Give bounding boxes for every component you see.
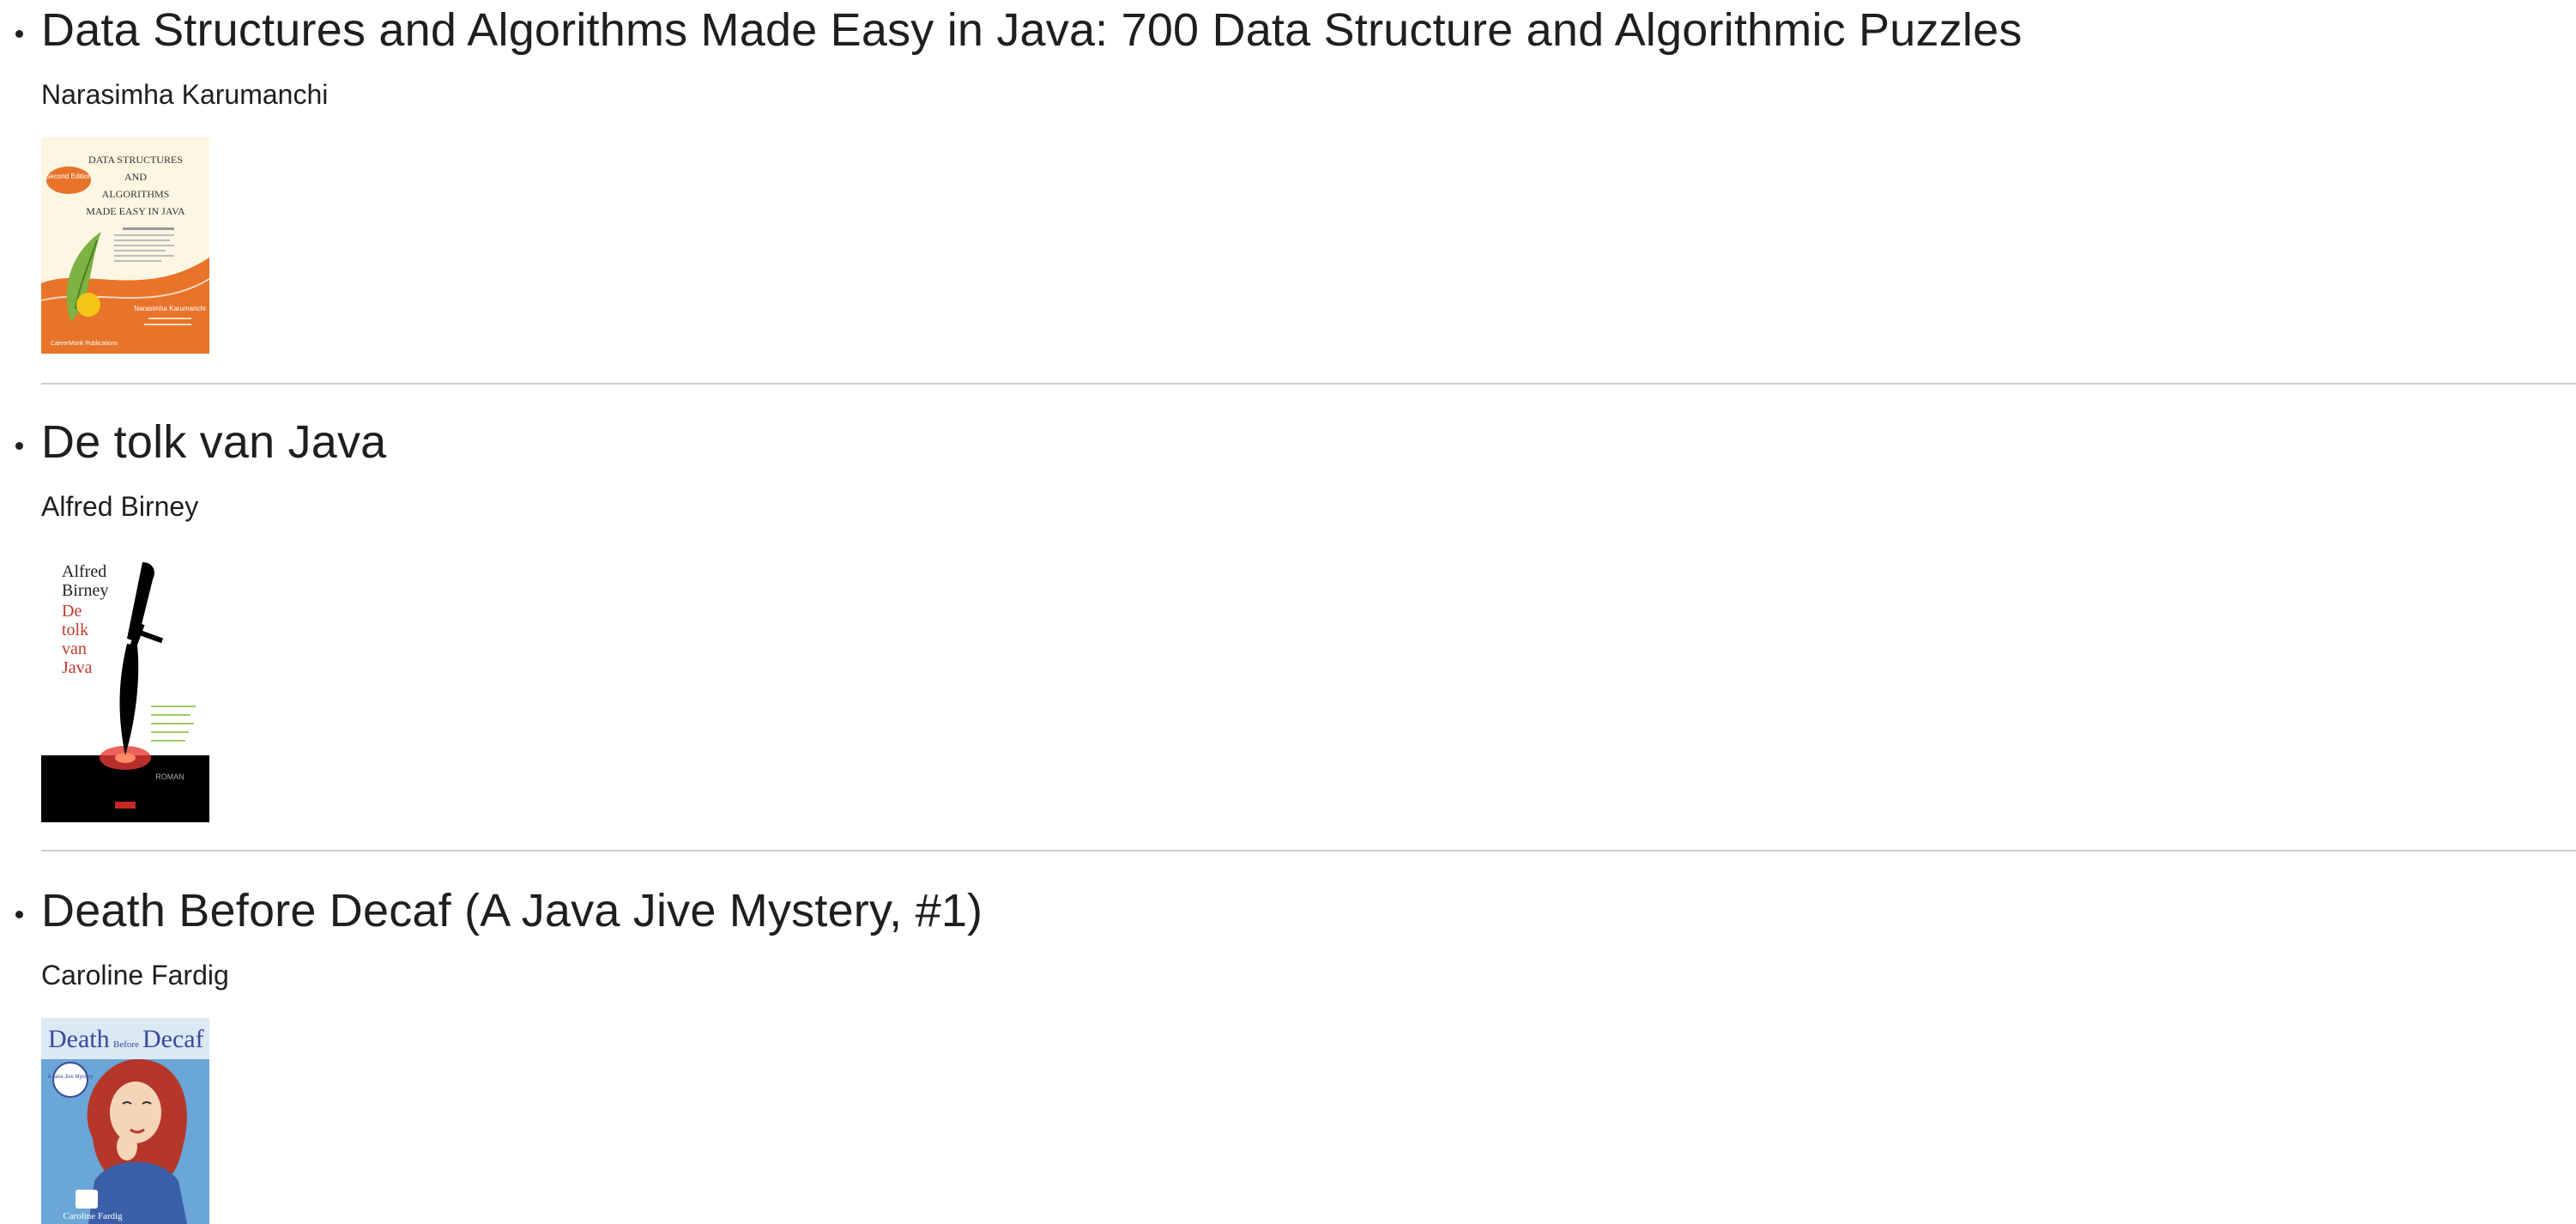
- book-title[interactable]: Death Before Decaf (A Java Jive Mystery,…: [41, 888, 2576, 934]
- cover-badge: A Java Jive Mystery: [47, 1075, 93, 1080]
- book-cover-image[interactable]: Second Edition DATA STRUCTURES AND ALGOR…: [41, 137, 209, 354]
- cover-title-line: ALGORITHMS: [102, 188, 170, 200]
- book-list-item: Data Structures and Algorithms Made Easy…: [0, 0, 2576, 354]
- book-author: Alfred Birney: [41, 491, 199, 522]
- cover-title-word: Decaf: [142, 1025, 204, 1053]
- book-cover-image[interactable]: Alfred Birney De tolk van Java ROMAN: [41, 549, 209, 822]
- book-list: Data Structures and Algorithms Made Easy…: [0, 0, 2576, 1224]
- cover-author-line: Birney: [62, 581, 108, 600]
- list-bullet: [15, 442, 23, 450]
- cover-title-word: Before: [113, 1039, 139, 1050]
- list-bullet: [15, 911, 23, 918]
- cover-badge: Second Edition: [45, 173, 92, 180]
- cover-publisher: CareerMonk Publications: [51, 341, 118, 347]
- cover-author-line: Alfred: [62, 562, 106, 581]
- book-author: Caroline Fardig: [41, 960, 229, 991]
- cover-footer: ROMAN: [155, 773, 184, 781]
- book-author: Narasimha Karumanchi: [41, 79, 329, 110]
- list-bullet: [15, 30, 23, 38]
- book-list-item: Death Before Decaf (A Java Jive Mystery,…: [0, 851, 2576, 1224]
- cover-title-word: Death: [48, 1025, 110, 1053]
- book-cover-image[interactable]: Death Before Decaf A Java Jive Mystery C…: [41, 1018, 209, 1224]
- cover-title-line: De: [62, 602, 82, 621]
- cover-title-line: tolk: [62, 621, 88, 639]
- cover-author: Narasimha Karumanchi: [134, 305, 206, 312]
- cover-title-line: DATA STRUCTURES: [88, 154, 183, 166]
- cover-title-line: MADE EASY IN JAVA: [86, 205, 185, 217]
- cover-footer: Caroline Fardig: [63, 1211, 123, 1221]
- cover-title-line: Java: [62, 658, 93, 677]
- cover-title-line: AND: [124, 171, 147, 183]
- book-title[interactable]: De tolk van Java: [41, 419, 2576, 465]
- cover-title-line: van: [62, 639, 87, 658]
- book-title[interactable]: Data Structures and Algorithms Made Easy…: [41, 7, 2576, 53]
- book-list-item: De tolk van Java Alfred Birney Alfred Bi…: [0, 385, 2576, 822]
